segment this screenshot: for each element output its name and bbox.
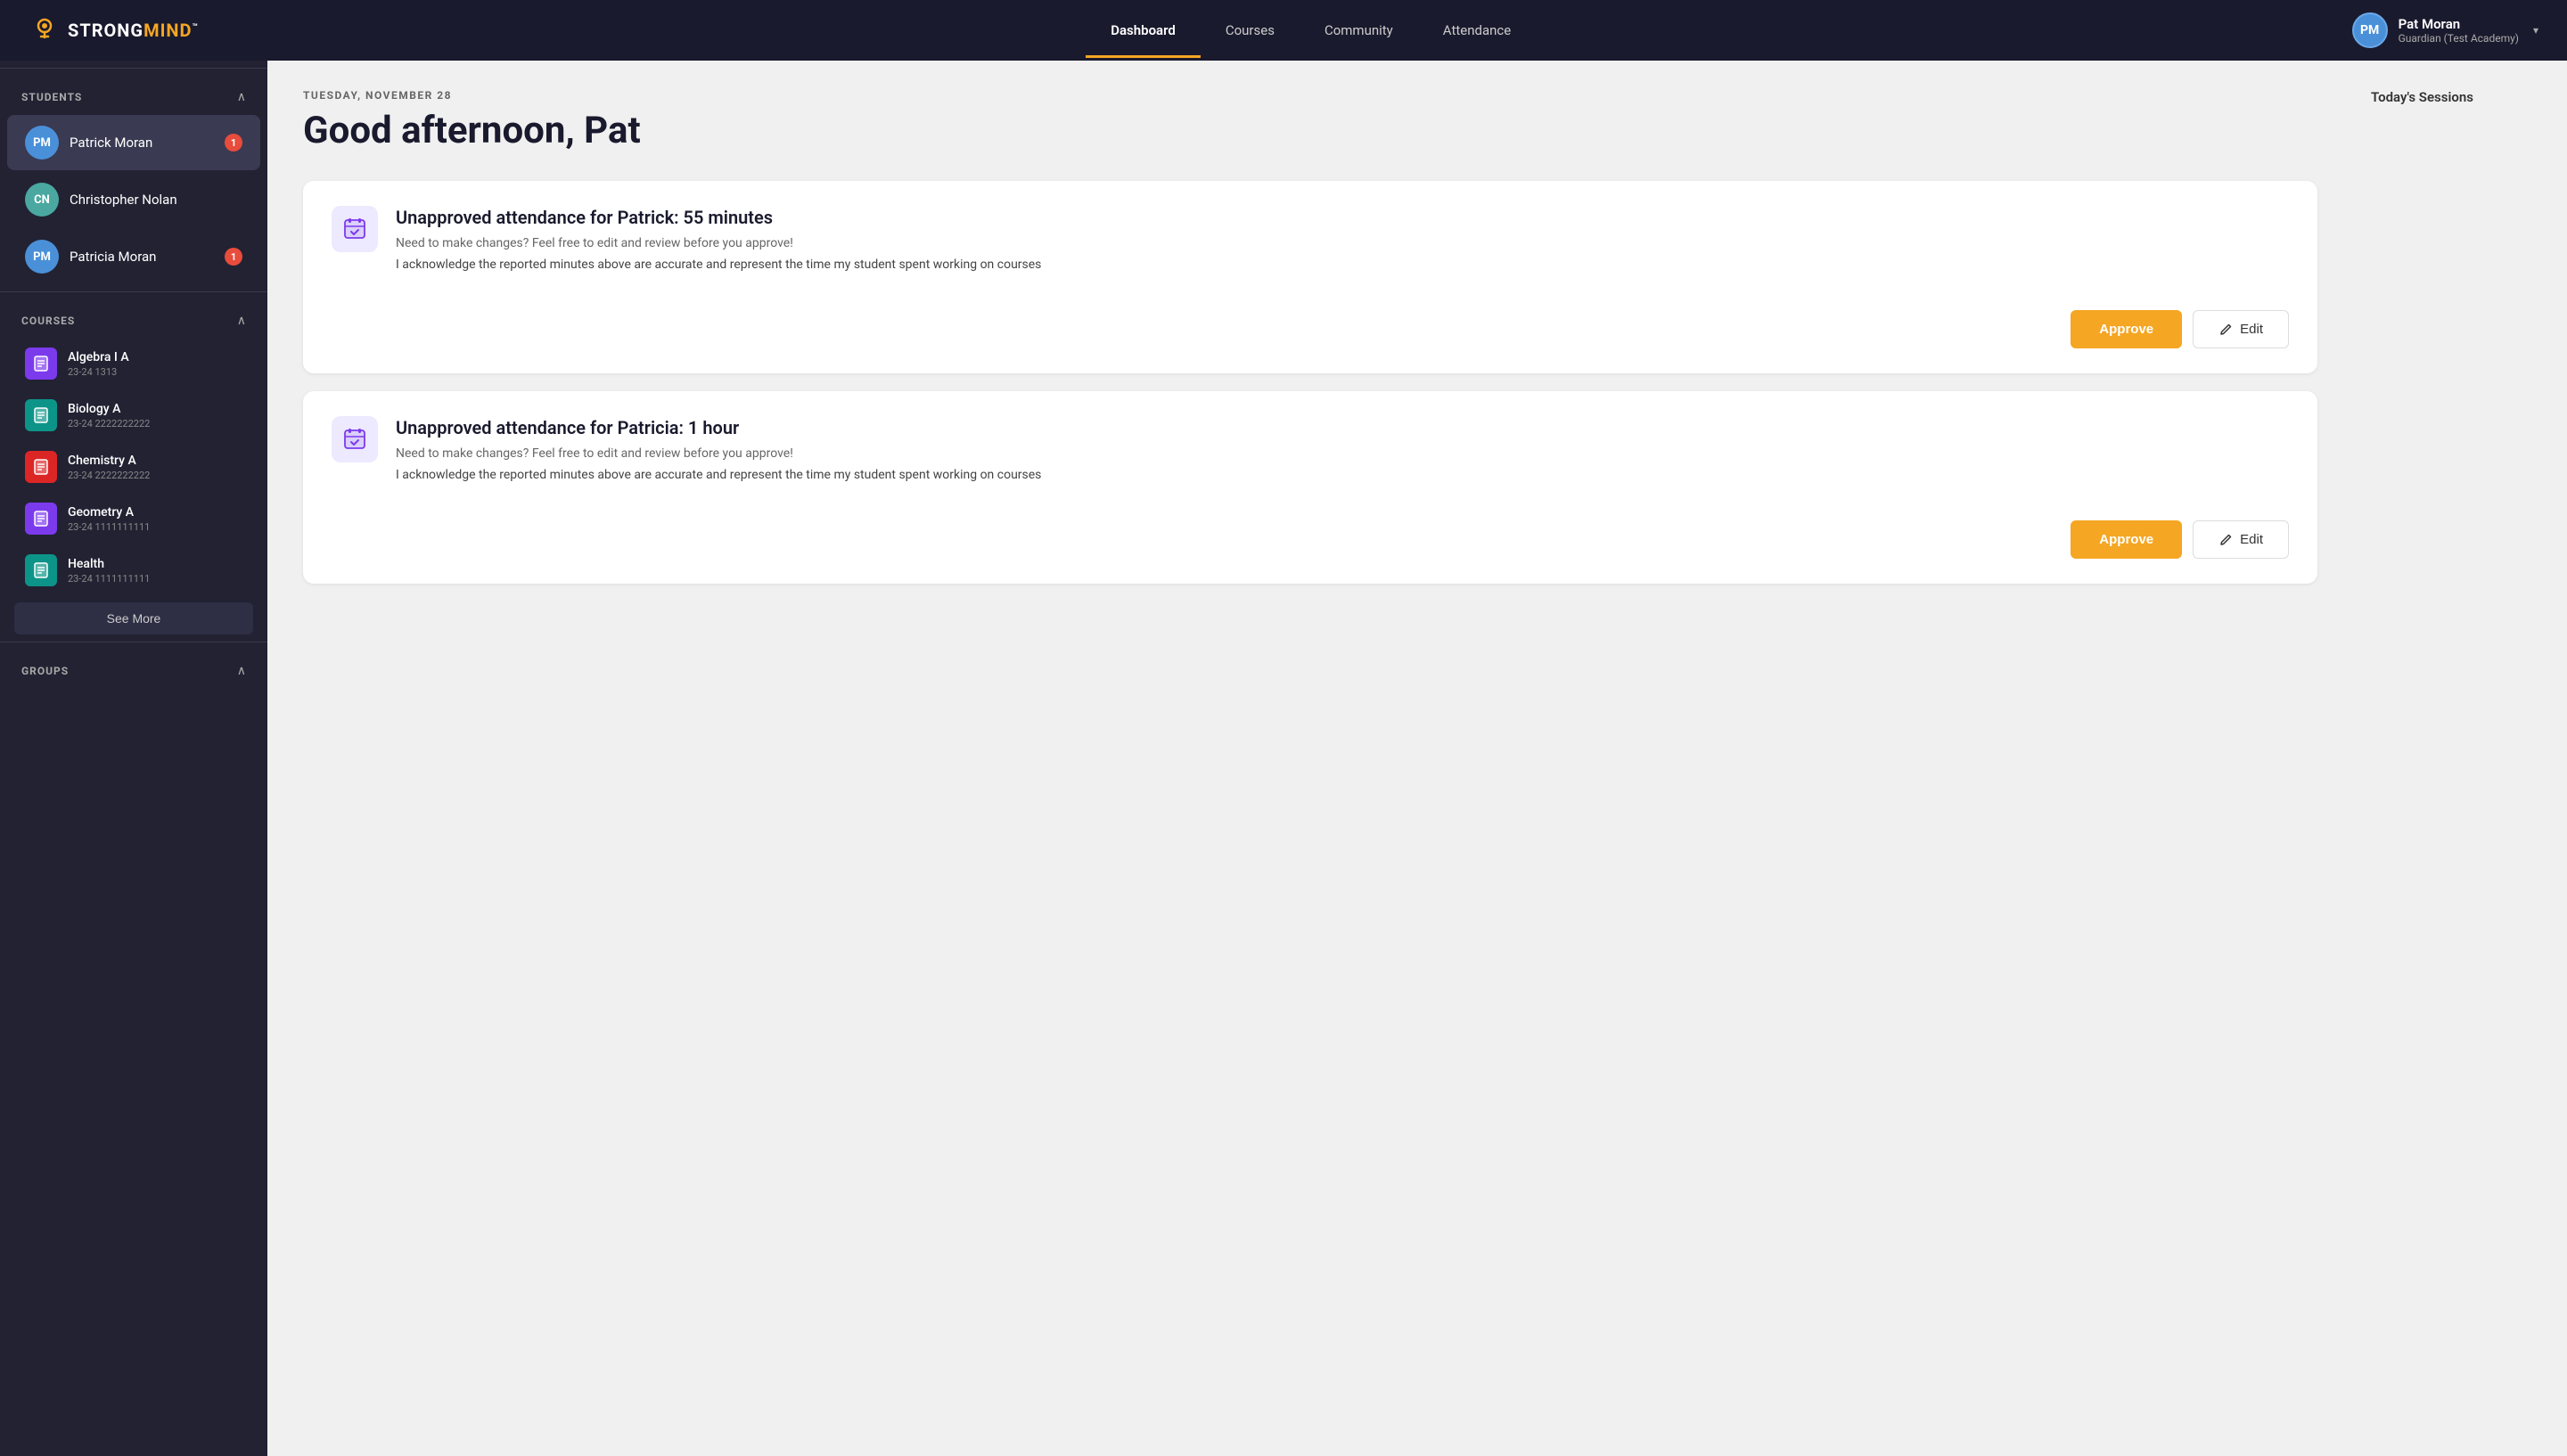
card-acknowledge: I acknowledge the reported minutes above… <box>396 256 1041 274</box>
course-info: Algebra I A 23-24 1313 <box>68 350 129 378</box>
logo[interactable]: STRONGMIND™ <box>29 14 199 46</box>
card-header: Unapproved attendance for Patricia: 1 ho… <box>332 416 2289 506</box>
course-info: Geometry A 23-24 1111111111 <box>68 505 150 533</box>
course-icon <box>25 503 57 535</box>
card-subtitle: Need to make changes? Feel free to edit … <box>396 236 1041 250</box>
course-item-biology[interactable]: Biology A 23-24 2222222222 <box>7 390 260 440</box>
course-item-health[interactable]: Health 23-24 1111111111 <box>7 545 260 595</box>
nav-attendance[interactable]: Attendance <box>1418 3 1536 58</box>
course-code: 23-24 2222222222 <box>68 470 150 481</box>
pencil-icon <box>2218 533 2233 547</box>
avatar: CN <box>25 183 59 217</box>
student-name: Christopher Nolan <box>70 192 242 208</box>
student-name: Patrick Moran <box>70 135 225 151</box>
avatar: PM <box>25 240 59 274</box>
course-code: 23-24 1313 <box>68 366 129 378</box>
card-text: Unapproved attendance for Patricia: 1 ho… <box>396 416 1041 506</box>
notification-badge: 1 <box>225 248 242 266</box>
nav-dashboard[interactable]: Dashboard <box>1086 3 1201 58</box>
nav-courses[interactable]: Courses <box>1201 3 1300 58</box>
course-code: 23-24 1111111111 <box>68 573 150 585</box>
card-title: Unapproved attendance for Patrick: 55 mi… <box>396 206 1041 229</box>
greeting: Good afternoon, Pat <box>303 109 2317 152</box>
card-acknowledge: I acknowledge the reported minutes above… <box>396 466 1041 485</box>
card-text: Unapproved attendance for Patrick: 55 mi… <box>396 206 1041 296</box>
student-item-christopher[interactable]: CN Christopher Nolan <box>7 172 260 227</box>
courses-section-header[interactable]: COURSES ∧ <box>0 299 267 337</box>
course-icon <box>25 348 57 380</box>
approve-button-patricia[interactable]: Approve <box>2071 520 2182 559</box>
attendance-card-patricia: Unapproved attendance for Patricia: 1 ho… <box>303 391 2317 584</box>
card-header: Unapproved attendance for Patrick: 55 mi… <box>332 206 2289 296</box>
course-item-geometry[interactable]: Geometry A 23-24 1111111111 <box>7 494 260 544</box>
course-info: Biology A 23-24 2222222222 <box>68 402 150 429</box>
right-panel: Today's Sessions <box>2353 61 2567 1456</box>
course-code: 23-24 1111111111 <box>68 521 150 533</box>
course-code: 23-24 2222222222 <box>68 418 150 429</box>
courses-chevron-icon: ∧ <box>237 314 246 328</box>
card-title: Unapproved attendance for Patricia: 1 ho… <box>396 416 1041 439</box>
user-name: Pat Moran <box>2399 16 2519 32</box>
course-icon <box>25 554 57 586</box>
logo-icon <box>29 14 61 46</box>
card-actions: Approve Edit <box>332 310 2289 348</box>
students-section-title: STUDENTS <box>21 91 82 103</box>
students-section-header[interactable]: STUDENTS ∧ <box>0 76 267 113</box>
student-item-patrick[interactable]: PM Patrick Moran 1 <box>7 115 260 170</box>
sessions-title: Today's Sessions <box>2371 89 2549 105</box>
course-name: Biology A <box>68 402 150 416</box>
notification-badge: 1 <box>225 134 242 151</box>
top-navigation: STRONGMIND™ Dashboard Courses Community … <box>0 0 2567 61</box>
nav-community[interactable]: Community <box>1300 3 1418 58</box>
course-name: Health <box>68 557 150 571</box>
main-content: TUESDAY, NOVEMBER 28 Good afternoon, Pat <box>267 61 2353 1456</box>
groups-section-header[interactable]: GROUPS ∧ <box>0 650 267 687</box>
course-name: Geometry A <box>68 505 150 519</box>
user-info: Pat Moran Guardian (Test Academy) <box>2399 16 2519 45</box>
divider <box>0 68 267 69</box>
course-icon <box>25 451 57 483</box>
attendance-icon <box>332 416 378 462</box>
sidebar: STUDENTS ∧ PM Patrick Moran 1 CN Christo… <box>0 61 267 1456</box>
chevron-down-icon: ▾ <box>2533 24 2538 37</box>
date-label: TUESDAY, NOVEMBER 28 <box>303 89 2317 102</box>
pencil-icon <box>2218 323 2233 337</box>
student-name: Patricia Moran <box>70 249 225 265</box>
user-avatar: PM <box>2352 12 2388 48</box>
groups-section-title: GROUPS <box>21 665 69 677</box>
course-name: Chemistry A <box>68 454 150 468</box>
course-item-chemistry[interactable]: Chemistry A 23-24 2222222222 <box>7 442 260 492</box>
students-chevron-icon: ∧ <box>237 90 246 104</box>
card-subtitle: Need to make changes? Feel free to edit … <box>396 446 1041 461</box>
attendance-card-patrick: Unapproved attendance for Patrick: 55 mi… <box>303 181 2317 373</box>
see-more-button[interactable]: See More <box>14 602 253 634</box>
groups-chevron-icon: ∧ <box>237 664 246 678</box>
main-layout: STUDENTS ∧ PM Patrick Moran 1 CN Christo… <box>0 61 2567 1456</box>
courses-section-title: COURSES <box>21 315 75 327</box>
edit-button-patricia[interactable]: Edit <box>2193 520 2289 559</box>
nav-links: Dashboard Courses Community Attendance <box>270 3 2352 58</box>
attendance-icon <box>332 206 378 252</box>
course-info: Chemistry A 23-24 2222222222 <box>68 454 150 481</box>
avatar: PM <box>25 126 59 160</box>
card-actions: Approve Edit <box>332 520 2289 559</box>
logo-text: STRONGMIND™ <box>68 20 199 41</box>
course-info: Health 23-24 1111111111 <box>68 557 150 585</box>
user-role: Guardian (Test Academy) <box>2399 32 2519 45</box>
edit-button-patrick[interactable]: Edit <box>2193 310 2289 348</box>
divider <box>0 291 267 292</box>
approve-button-patrick[interactable]: Approve <box>2071 310 2182 348</box>
course-icon <box>25 399 57 431</box>
course-item-algebra[interactable]: Algebra I A 23-24 1313 <box>7 339 260 389</box>
user-menu[interactable]: PM Pat Moran Guardian (Test Academy) ▾ <box>2352 12 2538 48</box>
course-name: Algebra I A <box>68 350 129 364</box>
student-item-patricia[interactable]: PM Patricia Moran 1 <box>7 229 260 284</box>
